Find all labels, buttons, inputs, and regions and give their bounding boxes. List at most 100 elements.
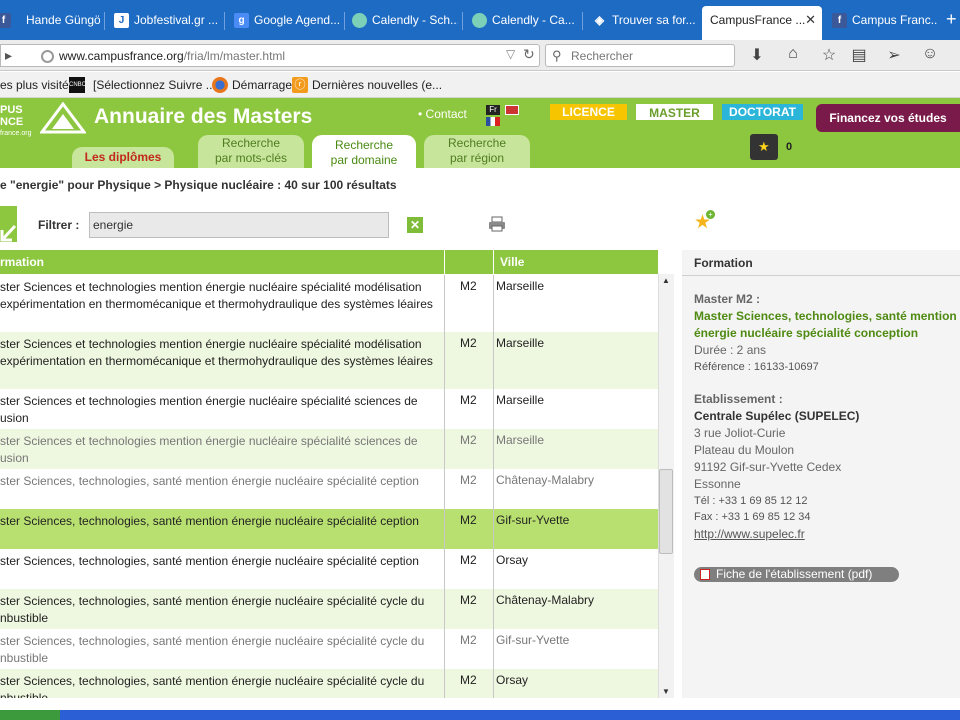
send-icon[interactable]: ➢ <box>884 45 904 65</box>
campusfrance-logo-text[interactable]: PUS NCE france.org <box>0 104 32 140</box>
tab-label: Hande Güngör <box>26 13 100 27</box>
tab-google-agenda[interactable]: g Google Agend... <box>228 8 340 34</box>
detail-address-line: Essonne <box>694 477 741 491</box>
url-bar[interactable]: ▸ www.campusfrance.org/fria/lm/master.ht… <box>0 44 540 67</box>
pdf-icon <box>700 569 710 580</box>
tab-label-line-2: par mots-clés <box>214 151 288 165</box>
search-box[interactable]: ⚲ Rechercher <box>545 44 735 67</box>
url-text[interactable]: www.campusfrance.org/fria/lm/master.html <box>59 49 285 63</box>
scroll-down-icon[interactable]: ▼ <box>662 687 670 696</box>
table-row[interactable]: ster Sciences et technologies mention én… <box>0 389 658 429</box>
english-flag-icon[interactable] <box>505 105 519 115</box>
tab-label-line-2: par domaine <box>330 153 398 167</box>
cell-formation: ster Sciences et technologies mention én… <box>0 394 418 425</box>
windows-taskbar <box>0 710 960 720</box>
start-button[interactable] <box>0 710 60 720</box>
tab-les-diplomes[interactable]: Les diplômes <box>72 147 174 168</box>
campusfrance-logo-icon[interactable] <box>40 102 86 134</box>
close-tab-icon[interactable]: ✕ <box>805 6 816 34</box>
url-dropdown-icon[interactable]: ▽ <box>506 47 515 61</box>
detail-title: Formation <box>694 256 753 270</box>
cell-formation: ster Sciences et technologies mention én… <box>0 280 433 311</box>
cell-formation: ster Sciences, technologies, santé menti… <box>0 594 425 625</box>
financez-vos-etudes-button[interactable]: Financez vos études <box>816 104 960 132</box>
cell-formation: ster Sciences, technologies, santé menti… <box>0 634 425 665</box>
tab-calendly-2[interactable]: Calendly - Ca... <box>466 8 578 34</box>
french-flag-icon[interactable]: Fr <box>486 105 500 115</box>
table-row[interactable]: ster Sciences, technologies, santé menti… <box>0 469 658 509</box>
bookmark-selectionnez[interactable]: [Sélectionnez Suivre ... <box>93 78 216 92</box>
cell-niveau: M2 <box>460 633 477 647</box>
page-title: Annuaire des Masters <box>94 105 313 128</box>
cell-niveau: M2 <box>460 513 477 527</box>
table-row[interactable]: ster Sciences et technologies mention én… <box>0 429 658 469</box>
bookmark-dernieres-nouvelles[interactable]: Dernières nouvelles (e... <box>312 78 442 92</box>
column-ville[interactable]: Ville <box>500 250 524 274</box>
column-formation[interactable]: rmation <box>0 250 44 274</box>
table-row[interactable]: ster Sciences, technologies, santé menti… <box>0 669 658 698</box>
table-row[interactable]: ster Sciences, technologies, santé menti… <box>0 629 658 669</box>
url-domain: www.campusfrance.org <box>59 49 184 63</box>
tab-bar: f Hande Güngör J Jobfestival.gr ... g Go… <box>0 0 960 40</box>
cell-ville: Châtenay-Malabry <box>496 593 595 607</box>
selection-basket-icon[interactable]: ★ <box>750 134 778 160</box>
bookmark-star-icon[interactable]: ☆ <box>819 45 839 65</box>
tab-trouver-formation[interactable]: ◈ Trouver sa for... <box>586 8 696 34</box>
pdf-fiche-button[interactable]: Fiche de l'établissement (pdf) <box>694 567 899 582</box>
tab-campusfrance-facebook[interactable]: f Campus Franc... <box>826 8 938 34</box>
cell-formation: ster Sciences, technologies, santé menti… <box>0 514 419 528</box>
doctorat-button[interactable]: DOCTORAT <box>722 104 803 120</box>
logo-line-1: PUS <box>0 104 23 116</box>
facebook-icon: f <box>0 13 11 28</box>
detail-etablissement-label: Etablissement : <box>694 392 783 406</box>
cell-niveau: M2 <box>460 473 477 487</box>
filter-input[interactable] <box>89 212 389 238</box>
plus-icon: + <box>706 210 715 219</box>
cell-formation: ster Sciences et technologies mention én… <box>0 434 418 465</box>
search-placeholder: Rechercher <box>571 49 634 63</box>
breadcrumb: e "energie" pour Physique > Physique nuc… <box>0 178 397 192</box>
tab-recherche-region[interactable]: Recherche par région <box>424 135 530 168</box>
cell-formation: ster Sciences et technologies mention én… <box>0 337 433 368</box>
smiley-icon[interactable]: ☺ <box>920 45 940 63</box>
tab-hande[interactable]: f Hande Güngör <box>0 8 100 34</box>
cnbc-icon: CNBC <box>69 77 86 93</box>
table-row[interactable]: ster Sciences et technologies mention én… <box>0 275 658 332</box>
bookmark-most-visited[interactable]: es plus visités <box>0 78 75 92</box>
clear-filter-icon[interactable]: ✕ <box>407 217 423 233</box>
site-header: PUS NCE france.org Annuaire des Masters … <box>0 98 960 168</box>
tab-recherche-mots-cles[interactable]: Recherche par mots-clés <box>198 135 304 168</box>
back-arrow-icon[interactable]: ▸ <box>5 47 12 64</box>
table-row-selected[interactable]: ster Sciences, technologies, santé menti… <box>0 509 658 549</box>
scroll-up-icon[interactable]: ▲ <box>662 276 670 285</box>
campusfrance-icon: ◈ <box>594 13 605 27</box>
cell-ville: Orsay <box>496 553 529 567</box>
master-button[interactable]: MASTER <box>636 104 713 120</box>
detail-etablissement-name: Centrale Supélec (SUPELEC) <box>694 409 860 423</box>
back-arrow-icon[interactable] <box>0 206 17 242</box>
tab-label: Calendly - Sch... <box>372 13 458 27</box>
reading-list-icon[interactable]: ▤ <box>849 45 869 65</box>
bookmark-demarrage[interactable]: Démarrage <box>232 78 292 92</box>
tab-label: Trouver sa for... <box>612 13 696 27</box>
tab-campusfrance-active[interactable]: CampusFrance ... ✕ <box>702 6 822 40</box>
filter-label: Filtrer : <box>38 218 80 232</box>
tab-jobfestival[interactable]: J Jobfestival.gr ... <box>108 8 220 34</box>
print-icon[interactable] <box>488 216 506 232</box>
tab-label-line-1: Recherche <box>221 136 281 150</box>
table-row[interactable]: ster Sciences, technologies, santé menti… <box>0 589 658 629</box>
contact-link[interactable]: • Contact <box>418 107 467 121</box>
detail-website-link[interactable]: http://www.supelec.fr <box>694 527 805 541</box>
detail-duree: Durée : 2 ans <box>694 343 767 357</box>
home-icon[interactable]: ⌂ <box>783 45 803 63</box>
tab-calendly-1[interactable]: Calendly - Sch... <box>346 8 458 34</box>
reload-icon[interactable]: ↻ <box>523 46 535 63</box>
table-row[interactable]: ster Sciences et technologies mention én… <box>0 332 658 389</box>
table-row[interactable]: ster Sciences, technologies, santé menti… <box>0 549 658 589</box>
new-tab-button[interactable]: + <box>946 8 957 30</box>
download-icon[interactable]: ⬇ <box>747 45 767 65</box>
licence-button[interactable]: LICENCE <box>550 104 627 120</box>
tab-label: Campus Franc... <box>852 13 938 27</box>
scrollbar-thumb[interactable] <box>659 469 673 554</box>
tab-recherche-domaine[interactable]: Recherche par domaine <box>312 135 416 168</box>
